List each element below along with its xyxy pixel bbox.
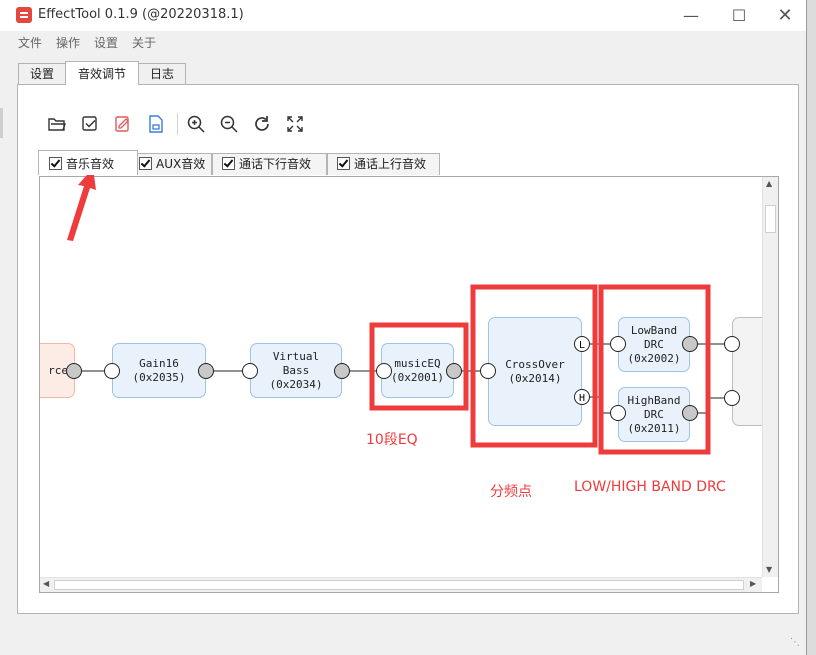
subtab-label: 音乐音效 (66, 157, 115, 171)
annotation-overlay (67, 168, 711, 455)
arrow-icon (67, 168, 96, 241)
drc-annotation: LOW/HIGH BAND DRC (574, 479, 726, 495)
subtab-music-effect[interactable]: 音乐音效 (38, 150, 138, 175)
crossover-highlight-box (470, 284, 598, 448)
tab-sound-effect[interactable]: 音效调节 (65, 61, 139, 85)
eq-highlight-box (369, 322, 469, 411)
drc-highlight-box (598, 284, 711, 455)
checkbox-icon[interactable] (49, 157, 62, 170)
crossover-annotation: 分频点 (490, 484, 532, 500)
resize-grip-icon[interactable]: ⋱ (790, 637, 800, 648)
eq-annotation: 10段EQ (366, 432, 418, 448)
